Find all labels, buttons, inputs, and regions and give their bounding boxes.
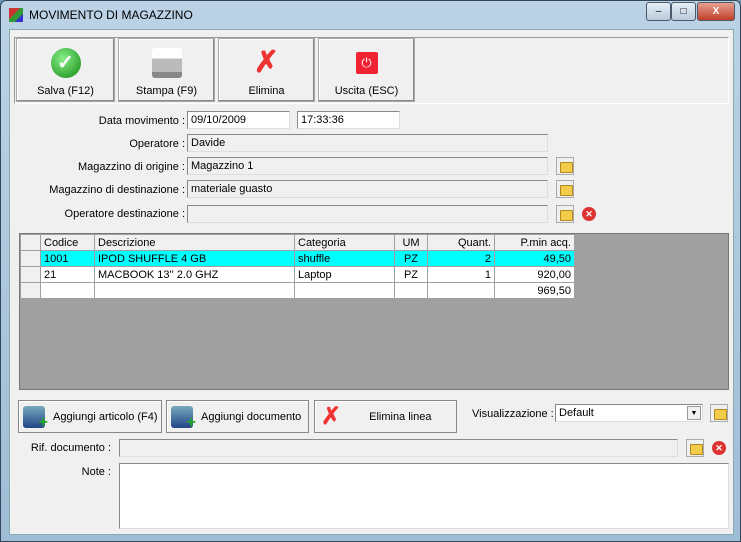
cell[interactable]: 1001 (40, 250, 95, 267)
col-header[interactable]: P.min acq. (494, 234, 575, 251)
col-header[interactable]: Codice (40, 234, 95, 251)
chevron-down-icon[interactable]: ▼ (687, 406, 701, 420)
row-indicator (20, 234, 41, 251)
add-document-label: Aggiungi documento (201, 410, 302, 423)
add-item-label: Aggiungi articolo (F4) (53, 410, 158, 423)
clear-icon[interactable] (710, 439, 728, 457)
dest-operator-label: Operatore destinazione : (64, 208, 185, 220)
power-icon: ⏻ (355, 52, 378, 74)
print-button[interactable]: Stampa (F9) (118, 38, 215, 102)
doc-ref-label: Rif. documento : (30, 442, 111, 454)
database-add-icon (23, 405, 48, 432)
database-add-icon (171, 405, 196, 432)
window: MOVIMENTO DI MAGAZZINO – □ X ✓ Salva (F1… (0, 0, 741, 542)
delete-line-button[interactable]: ✗ Elimina linea (314, 400, 457, 433)
date-label: Data movimento : (98, 115, 185, 127)
table-row[interactable]: 21 MACBOOK 13'' 2.0 GHZ Laptop PZ 1 920,00 (20, 266, 575, 283)
cell[interactable]: shuffle (294, 250, 395, 267)
print-label: Stampa (F9) (135, 85, 198, 97)
origin-warehouse-field[interactable]: Magazzino 1 (187, 157, 548, 175)
folder-icon[interactable] (556, 180, 574, 198)
close-button[interactable]: X (697, 2, 735, 21)
red-x-icon: ✗ (321, 403, 342, 430)
cell[interactable]: 920,00 (494, 266, 575, 283)
checkmark-icon: ✓ (50, 48, 81, 78)
clear-icon[interactable] (580, 205, 598, 223)
folder-icon[interactable] (556, 157, 574, 175)
folder-icon[interactable] (710, 404, 728, 422)
col-header[interactable]: Descrizione (94, 234, 295, 251)
delete-button[interactable]: ✗ Elimina (218, 38, 315, 102)
delete-line-label: Elimina linea (369, 410, 432, 423)
total-row: 969,50 (20, 282, 575, 299)
operator-field[interactable]: Davide (187, 134, 548, 152)
cell[interactable]: Laptop (294, 266, 395, 283)
origin-label: Magazzino di origine : (77, 161, 185, 173)
cell[interactable]: 1 (427, 266, 495, 283)
view-value: Default (559, 407, 594, 419)
cell[interactable]: 21 (40, 266, 95, 283)
notes-label: Note : (81, 466, 111, 478)
add-item-button[interactable]: Aggiungi articolo (F4) (18, 400, 162, 433)
maximize-button[interactable]: □ (671, 2, 696, 21)
red-x-icon: ✗ (253, 46, 280, 79)
operator-label: Operatore : (129, 138, 185, 150)
col-header[interactable]: UM (394, 234, 428, 251)
cell[interactable]: IPOD SHUFFLE 4 GB (94, 250, 295, 267)
add-document-button[interactable]: Aggiungi documento (166, 400, 309, 433)
col-header[interactable]: Quant. (427, 234, 495, 251)
doc-ref-field[interactable] (119, 439, 678, 457)
date-field[interactable]: 09/10/2009 (187, 111, 290, 129)
view-label: Visualizzazione : (472, 408, 554, 420)
items-grid: Codice Descrizione Categoria UM Quant. P… (19, 233, 729, 390)
printer-icon (151, 48, 182, 78)
dest-warehouse-field[interactable]: materiale guasto (187, 180, 548, 198)
exit-button[interactable]: ⏻ Uscita (ESC) (318, 38, 415, 102)
window-title: MOVIMENTO DI MAGAZZINO (29, 8, 193, 22)
minimize-button[interactable]: – (646, 2, 671, 21)
view-select[interactable]: Default ▼ (555, 404, 703, 422)
delete-label: Elimina (248, 85, 285, 97)
exit-label: Uscita (ESC) (334, 85, 399, 97)
cell[interactable]: PZ (394, 266, 428, 283)
time-field[interactable]: 17:33:36 (297, 111, 400, 129)
cell[interactable]: 49,50 (494, 250, 575, 267)
col-header[interactable]: Categoria (294, 234, 395, 251)
notes-textarea[interactable] (119, 463, 729, 529)
dest-label: Magazzino di destinazione : (49, 184, 185, 196)
folder-icon[interactable] (556, 205, 574, 223)
folder-icon[interactable] (686, 439, 704, 457)
cell[interactable]: PZ (394, 250, 428, 267)
save-label: Salva (F12) (37, 85, 94, 97)
app-icon (9, 8, 23, 22)
client-area: ✓ Salva (F12) Stampa (F9) ✗ Elimina ⏻ Us… (9, 29, 734, 535)
cell[interactable]: MACBOOK 13'' 2.0 GHZ (94, 266, 295, 283)
total-value: 969,50 (494, 282, 575, 299)
save-button[interactable]: ✓ Salva (F12) (16, 38, 115, 102)
cell[interactable]: 2 (427, 250, 495, 267)
table-row[interactable]: 1001 IPOD SHUFFLE 4 GB shuffle PZ 2 49,50 (20, 250, 575, 267)
dest-operator-field[interactable] (187, 205, 548, 223)
